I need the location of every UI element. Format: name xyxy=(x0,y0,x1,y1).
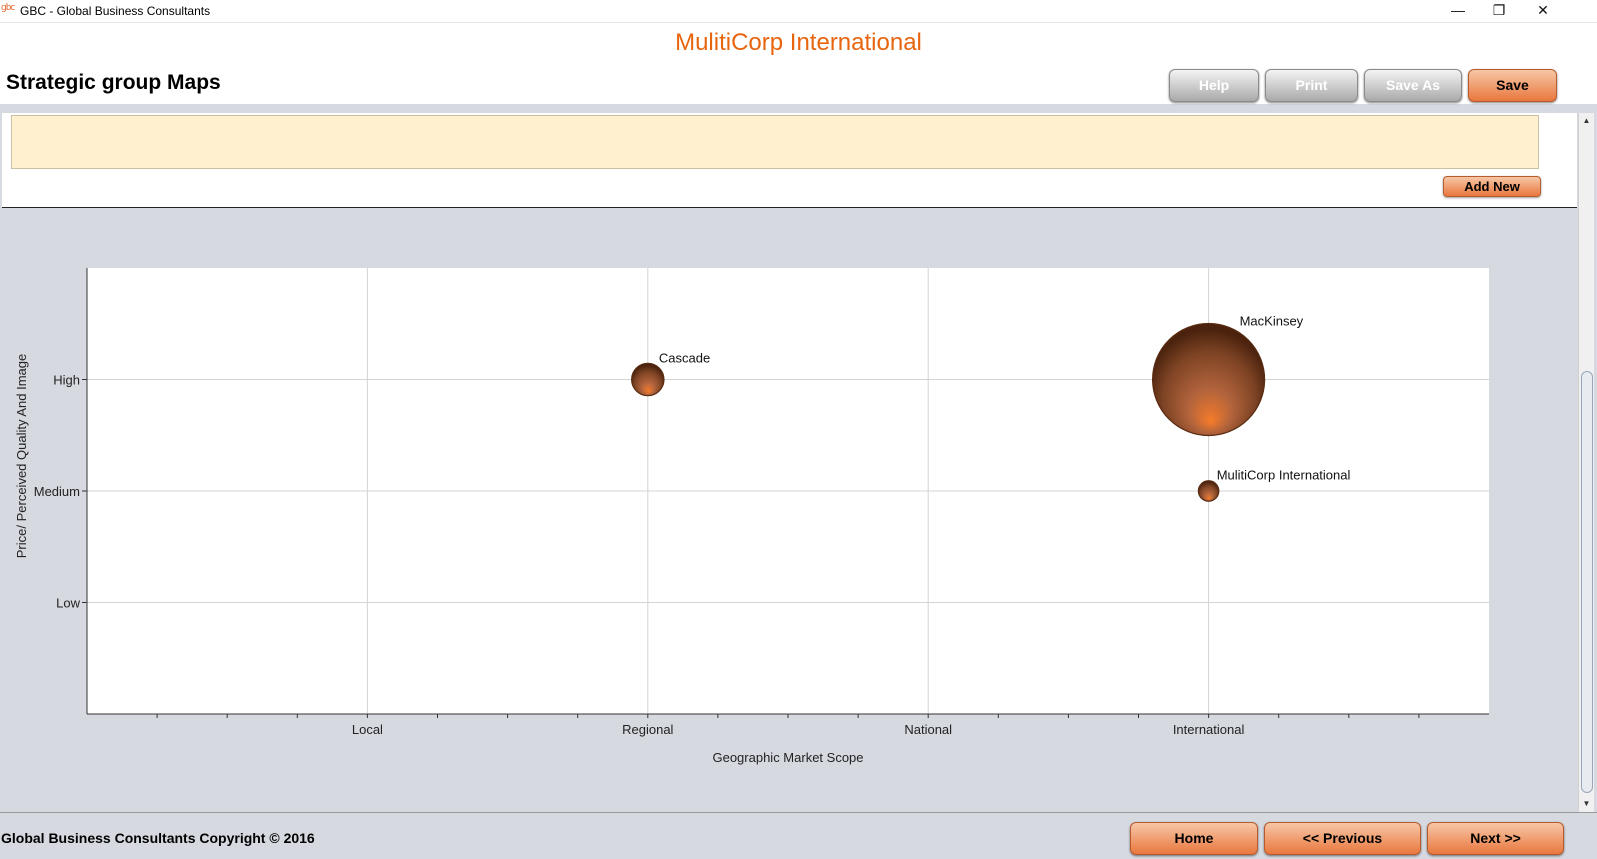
scroll-up-icon[interactable]: ▲ xyxy=(1579,114,1594,128)
x-tick-label: National xyxy=(904,722,952,737)
x-axis-label: Geographic Market Scope xyxy=(712,750,863,765)
home-button[interactable]: Home xyxy=(1130,822,1258,855)
bubble-point[interactable] xyxy=(631,362,665,397)
group-description-field[interactable] xyxy=(11,115,1539,169)
vertical-scrollbar[interactable]: ▲ ▼ xyxy=(1578,113,1594,812)
strategic-group-chart: Local Regional National International Low Med… xyxy=(0,208,1578,812)
chart-svg: Local Regional National International Low Med… xyxy=(14,268,1489,765)
app-logo-icon: gbc xyxy=(1,3,15,13)
add-new-button[interactable]: Add New xyxy=(1443,176,1541,197)
bubble-point[interactable] xyxy=(1197,480,1220,502)
previous-button[interactable]: << Previous xyxy=(1264,822,1421,855)
x-tick-label: International xyxy=(1173,722,1245,737)
window-title-bar: gbc GBC - Global Business Consultants — … xyxy=(0,0,1597,23)
y-tick-label: Low xyxy=(56,596,80,611)
window-title: GBC - Global Business Consultants xyxy=(20,4,211,18)
help-button[interactable]: Help xyxy=(1169,69,1259,102)
bubble-label: MulitiCorp International xyxy=(1217,467,1351,482)
y-axis-label: Price/ Perceived Quality And Image xyxy=(14,354,29,559)
print-button[interactable]: Print xyxy=(1265,69,1358,102)
scroll-thumb[interactable] xyxy=(1581,371,1593,793)
footer-divider xyxy=(0,812,1597,813)
x-tick-label: Local xyxy=(352,722,383,737)
bubble-point[interactable] xyxy=(1151,322,1266,437)
minimize-button[interactable]: — xyxy=(1435,0,1481,22)
company-name: MulitiCorp International xyxy=(675,29,922,56)
copyright-text: Global Business Consultants Copyright © … xyxy=(1,830,315,846)
next-button[interactable]: Next >> xyxy=(1427,822,1564,855)
save-as-button[interactable]: Save As xyxy=(1364,69,1462,102)
x-tick-label: Regional xyxy=(622,722,673,737)
page-header: MulitiCorp International Strategic group… xyxy=(0,23,1597,108)
y-tick-label: Medium xyxy=(34,484,80,499)
group-input-panel: Add New xyxy=(2,113,1577,208)
bubble-label: Cascade xyxy=(659,350,710,365)
restore-button[interactable]: ❐ xyxy=(1476,0,1522,22)
bubble-label: MacKinsey xyxy=(1240,313,1304,328)
close-button[interactable]: ✕ xyxy=(1520,0,1566,22)
scroll-down-icon[interactable]: ▼ xyxy=(1579,797,1594,811)
y-tick-label: High xyxy=(53,373,80,388)
save-button[interactable]: Save xyxy=(1468,69,1557,102)
page-title: Strategic group Maps xyxy=(6,71,221,94)
